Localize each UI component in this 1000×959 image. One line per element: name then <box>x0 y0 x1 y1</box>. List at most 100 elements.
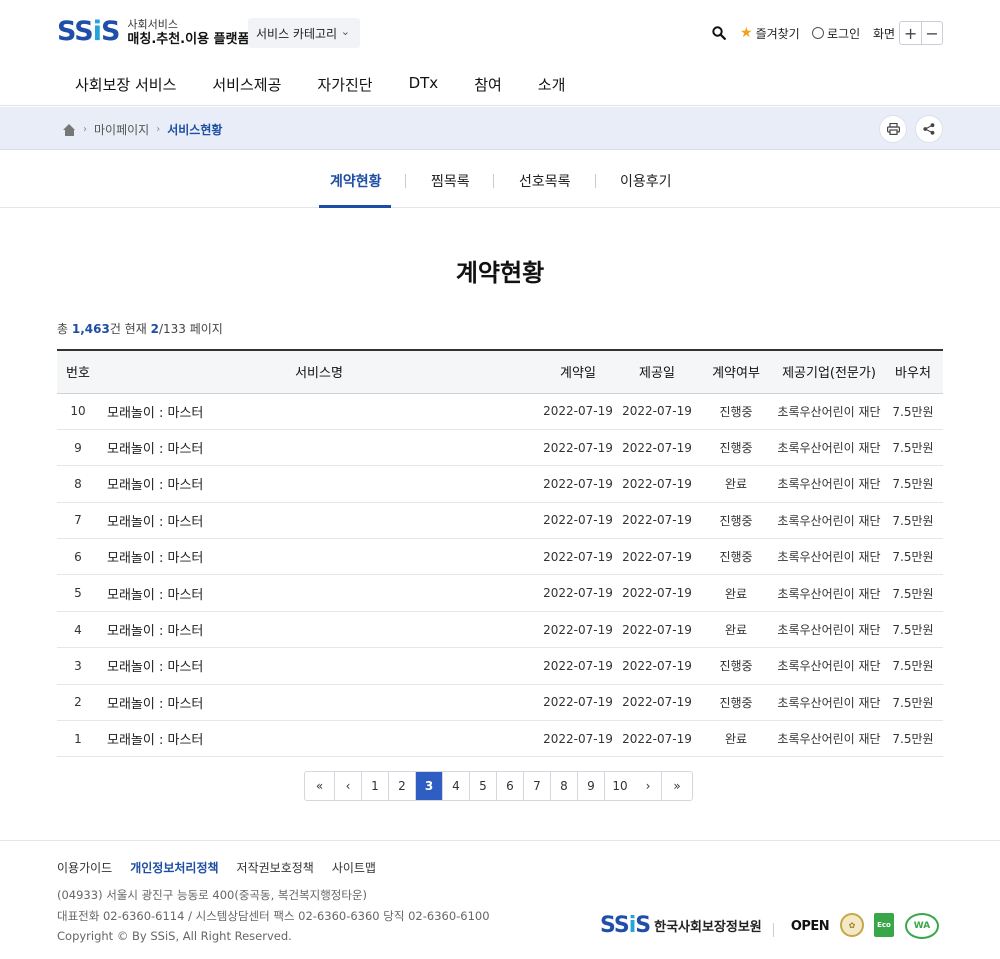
nav-item-service-provide[interactable]: 서비스제공 <box>212 74 281 95</box>
table-row[interactable]: 1 모래놀이 : 마스터 2022-07-19 2022-07-19 완료 초록우산어린이… <box>57 720 943 758</box>
breadcrumb-current[interactable]: 서비스현황 <box>167 121 222 138</box>
cell-contract-date: 2022-07-19 <box>539 465 617 503</box>
footer-org-name: 한국사회보장정보원 <box>654 920 762 935</box>
page-button-7[interactable]: 7 <box>524 772 551 800</box>
category-select[interactable]: 서비스 카테고리 ⌄ <box>248 18 360 48</box>
search-button[interactable] <box>712 21 726 45</box>
nav-item-self-diagnosis[interactable]: 자가진단 <box>317 74 372 95</box>
cell-status: 진행중 <box>697 684 775 722</box>
page-button-5[interactable]: 5 <box>470 772 497 800</box>
cell-service-name[interactable]: 모래놀이 : 마스터 <box>99 393 539 430</box>
page-button-2[interactable]: 2 <box>389 772 416 800</box>
page-button-6[interactable]: 6 <box>497 772 524 800</box>
table-row[interactable]: 3 모래놀이 : 마스터 2022-07-19 2022-07-19 진행중 초록우산어린… <box>57 647 943 685</box>
cell-service-name[interactable]: 모래놀이 : 마스터 <box>99 647 539 685</box>
print-button[interactable] <box>879 115 907 143</box>
contract-table: 번호 서비스명 계약일 제공일 계약여부 제공기업(전문가) 바우처 10 모래놀… <box>57 349 943 758</box>
table-row[interactable]: 10 모래놀이 : 마스터 2022-07-19 2022-07-19 진행중 초록우산어… <box>57 393 943 430</box>
nav-item-participation[interactable]: 참여 <box>474 74 502 95</box>
prev-page-button[interactable]: ‹ <box>335 772 362 800</box>
last-page-button[interactable]: » <box>662 772 692 800</box>
nav-item-social-security[interactable]: 사회보장 서비스 <box>75 74 176 95</box>
result-count: 총 1,463건 현재 2/133 페이지 <box>57 320 223 337</box>
tab-preferences[interactable]: 선호목록 <box>519 171 571 191</box>
cell-no: 8 <box>57 465 99 503</box>
page-button-9[interactable]: 9 <box>578 772 605 800</box>
cell-no: 9 <box>57 429 99 467</box>
table-row[interactable]: 8 모래놀이 : 마스터 2022-07-19 2022-07-19 완료 초록우산어린이… <box>57 465 943 503</box>
next-page-button[interactable]: › <box>635 772 662 800</box>
cell-service-name[interactable]: 모래놀이 : 마스터 <box>99 465 539 503</box>
zoom-out-button[interactable]: − <box>921 22 942 44</box>
cell-no: 4 <box>57 611 99 649</box>
cell-contract-date: 2022-07-19 <box>539 393 617 430</box>
table-row[interactable]: 5 모래놀이 : 마스터 2022-07-19 2022-07-19 완료 초록우산어린이… <box>57 574 943 612</box>
page-button-3[interactable]: 3 <box>416 772 443 800</box>
cell-service-name[interactable]: 모래놀이 : 마스터 <box>99 684 539 722</box>
cell-service-name[interactable]: 모래놀이 : 마스터 <box>99 502 539 540</box>
cell-service-name[interactable]: 모래놀이 : 마스터 <box>99 611 539 649</box>
tab-contract-status[interactable]: 계약현황 <box>330 171 382 191</box>
cell-provide-date: 2022-07-19 <box>617 502 697 540</box>
cell-provide-date: 2022-07-19 <box>617 720 697 758</box>
footer-link-copyright[interactable]: 저작권보호정책 <box>237 859 314 876</box>
cell-status: 진행중 <box>697 393 775 430</box>
cell-voucher: 7.5만원 <box>883 465 943 503</box>
page-button-1[interactable]: 1 <box>362 772 389 800</box>
login-button[interactable]: 로그인 <box>812 21 860 45</box>
cell-no: 1 <box>57 720 99 758</box>
cell-contract-date: 2022-07-19 <box>539 647 617 685</box>
page-button-8[interactable]: 8 <box>551 772 578 800</box>
count-suffix: /133 페이지 <box>158 322 223 336</box>
nav-item-about[interactable]: 소개 <box>538 74 566 95</box>
cell-service-name[interactable]: 모래놀이 : 마스터 <box>99 720 539 758</box>
count-mid: 건 현재 <box>109 322 151 336</box>
cell-status: 완료 <box>697 465 775 503</box>
table-row[interactable]: 2 모래놀이 : 마스터 2022-07-19 2022-07-19 진행중 초록우산어린… <box>57 684 943 722</box>
footer-logo-mark: SSiS <box>600 913 651 938</box>
favorites-button[interactable]: ★ 즐겨찾기 <box>740 21 800 45</box>
breadcrumb-mypage[interactable]: 마이페이지 <box>94 121 149 138</box>
cell-status: 완료 <box>697 720 775 758</box>
main-nav: 사회보장 서비스 서비스제공 자가진단 DTx 참여 소개 <box>75 74 601 95</box>
cell-service-name[interactable]: 모래놀이 : 마스터 <box>99 574 539 612</box>
page-button-4[interactable]: 4 <box>443 772 470 800</box>
login-label: 로그인 <box>827 26 861 41</box>
zoom-in-button[interactable]: + <box>900 22 921 44</box>
tab-reviews[interactable]: 이용후기 <box>620 171 672 191</box>
user-icon <box>812 27 824 39</box>
table-row[interactable]: 4 모래놀이 : 마스터 2022-07-19 2022-07-19 완료 초록우산어린이… <box>57 611 943 649</box>
site-logo[interactable]: SSiS 사회서비스 매칭.추천.이용 플랫폼 <box>57 17 249 48</box>
cell-voucher: 7.5만원 <box>883 429 943 467</box>
tab-wishlist[interactable]: 찜목록 <box>431 171 470 191</box>
footer-link-guide[interactable]: 이용가이드 <box>57 859 112 876</box>
footer-link-sitemap[interactable]: 사이트맵 <box>332 859 376 876</box>
pagination: « ‹ 1 2 3 4 5 6 7 8 9 10 › » <box>304 771 693 801</box>
cell-voucher: 7.5만원 <box>883 720 943 758</box>
active-tab-indicator <box>319 205 391 208</box>
cell-provide-date: 2022-07-19 <box>617 538 697 576</box>
cell-company: 초록우산어린이 재단 <box>775 502 883 540</box>
web-accessibility-badge: WA <box>905 913 939 939</box>
table-row[interactable]: 7 모래놀이 : 마스터 2022-07-19 2022-07-19 진행중 초록우산어린… <box>57 502 943 540</box>
share-button[interactable] <box>915 115 943 143</box>
table-body: 10 모래놀이 : 마스터 2022-07-19 2022-07-19 진행중 초록우산어… <box>57 393 943 758</box>
first-page-button[interactable]: « <box>305 772 335 800</box>
table-row[interactable]: 9 모래놀이 : 마스터 2022-07-19 2022-07-19 진행중 초록우산어린… <box>57 429 943 467</box>
tab-divider <box>595 174 596 188</box>
category-select-label: 서비스 카테고리 <box>256 26 338 41</box>
col-header-status: 계약여부 <box>697 349 775 394</box>
cell-service-name[interactable]: 모래놀이 : 마스터 <box>99 538 539 576</box>
page-button-10[interactable]: 10 <box>605 772 635 800</box>
nav-item-dtx[interactable]: DTx <box>409 74 439 95</box>
col-header-no: 번호 <box>57 349 99 394</box>
cell-contract-date: 2022-07-19 <box>539 502 617 540</box>
table-row[interactable]: 6 모래놀이 : 마스터 2022-07-19 2022-07-19 진행중 초록우산어린… <box>57 538 943 576</box>
cell-company: 초록우산어린이 재단 <box>775 611 883 649</box>
footer-link-privacy[interactable]: 개인정보처리정책 <box>130 859 218 876</box>
cell-service-name[interactable]: 모래놀이 : 마스터 <box>99 429 539 467</box>
count-page: 2 <box>150 322 159 336</box>
breadcrumb-bar: › 마이페이지 › 서비스현황 <box>0 107 1000 150</box>
home-icon[interactable] <box>63 123 76 136</box>
cell-company: 초록우산어린이 재단 <box>775 574 883 612</box>
